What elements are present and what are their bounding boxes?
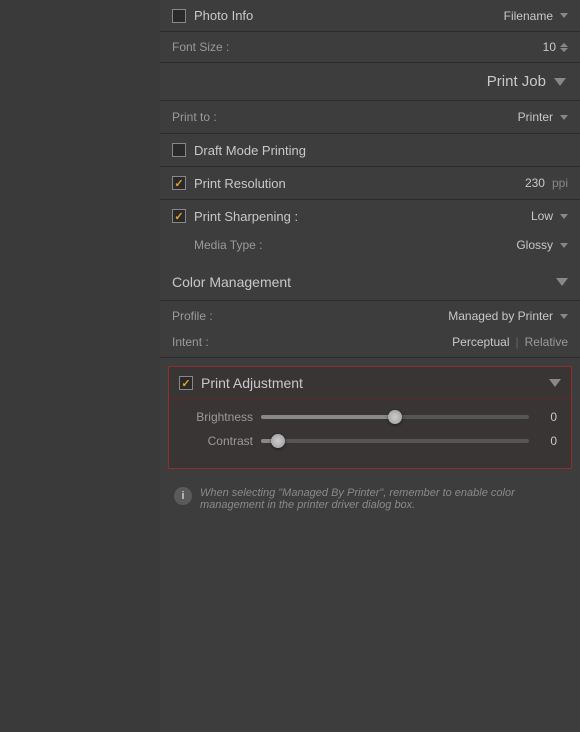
color-management-title: Color Management	[172, 274, 291, 290]
print-to-row: Print to : Printer	[160, 101, 580, 133]
brightness-track[interactable]	[261, 415, 529, 419]
profile-value-group: Managed by Printer	[448, 309, 568, 323]
brightness-row: Brightness 0	[183, 410, 557, 424]
media-type-value: Glossy	[516, 238, 553, 252]
font-size-label: Font Size :	[172, 40, 229, 54]
intent-separator: |	[516, 335, 519, 349]
color-management-collapse-arrow[interactable]	[556, 278, 568, 286]
photo-info-label: Photo Info	[194, 8, 253, 23]
print-to-label: Print to :	[172, 110, 217, 124]
print-resolution-unit: ppi	[552, 176, 568, 190]
print-resolution-checkbox-group: Print Resolution	[172, 176, 286, 191]
profile-value: Managed by Printer	[448, 309, 553, 323]
font-size-down[interactable]	[560, 48, 568, 52]
intent-label: Intent :	[172, 335, 209, 349]
print-adjustment-checkbox[interactable]	[179, 376, 193, 390]
print-to-value-group: Printer	[518, 110, 568, 124]
profile-dropdown-arrow[interactable]	[560, 314, 568, 319]
font-size-value: 10	[543, 40, 556, 54]
print-resolution-label: Print Resolution	[194, 176, 286, 191]
intent-row: Intent : Perceptual | Relative	[160, 331, 580, 358]
print-to-value: Printer	[518, 110, 553, 124]
print-sharpening-dropdown-arrow[interactable]	[560, 214, 568, 219]
brightness-fill	[261, 415, 395, 419]
print-sharpening-label: Print Sharpening :	[194, 209, 298, 224]
print-job-header: Print Job	[160, 63, 580, 101]
brightness-value: 0	[537, 410, 557, 424]
photo-info-value: Filename	[504, 9, 568, 23]
sidebar	[0, 0, 160, 732]
contrast-value: 0	[537, 434, 557, 448]
print-sharpening-value-group: Low	[531, 209, 568, 223]
print-sharpening-checkbox-group: Print Sharpening :	[172, 209, 298, 224]
main-panel: Photo Info Filename Font Size : 10 Print…	[160, 0, 580, 732]
brightness-label: Brightness	[183, 410, 253, 424]
print-adjustment-collapse-arrow[interactable]	[549, 379, 561, 387]
print-to-dropdown-arrow[interactable]	[560, 115, 568, 120]
sliders-container: Brightness 0 Contrast 0	[169, 400, 571, 468]
photo-info-dropdown-arrow[interactable]	[560, 13, 568, 18]
print-sharpening-row: Print Sharpening : Low	[160, 200, 580, 232]
profile-label: Profile :	[172, 309, 213, 323]
contrast-row: Contrast 0	[183, 434, 557, 448]
color-management-header: Color Management	[160, 264, 580, 301]
print-adjustment-title: Print Adjustment	[201, 375, 303, 391]
info-icon: i	[174, 487, 192, 505]
brightness-thumb[interactable]	[388, 410, 402, 424]
info-note: i When selecting "Managed By Printer", r…	[160, 477, 580, 521]
media-type-row: Media Type : Glossy	[160, 232, 580, 264]
font-size-stepper[interactable]: 10	[543, 40, 568, 54]
print-resolution-value-group: 230 ppi	[525, 176, 568, 190]
contrast-thumb[interactable]	[271, 434, 285, 448]
draft-mode-checkbox-group: Draft Mode Printing	[172, 143, 306, 158]
contrast-track[interactable]	[261, 439, 529, 443]
draft-mode-row: Draft Mode Printing	[160, 134, 580, 166]
font-size-row: Font Size : 10	[160, 32, 580, 63]
info-note-text: When selecting "Managed By Printer", rem…	[200, 487, 566, 511]
print-job-title: Print Job	[487, 73, 546, 90]
font-size-arrows[interactable]	[560, 43, 568, 52]
print-adjustment-section: Print Adjustment Brightness 0 Contrast	[168, 366, 572, 469]
draft-mode-checkbox[interactable]	[172, 143, 186, 157]
intent-option-relative[interactable]: Relative	[525, 335, 568, 349]
color-management-section: Color Management Profile : Managed by Pr…	[160, 264, 580, 358]
print-adjustment-header: Print Adjustment	[169, 367, 571, 400]
photo-info-row: Photo Info Filename	[160, 0, 580, 32]
photo-info-checkbox[interactable]	[172, 9, 186, 23]
intent-option-perceptual[interactable]: Perceptual	[452, 335, 509, 349]
media-type-label: Media Type :	[194, 238, 262, 252]
media-type-value-group: Glossy	[516, 238, 568, 252]
print-sharpening-value: Low	[531, 209, 553, 223]
intent-options: Perceptual | Relative	[452, 335, 568, 349]
font-size-up[interactable]	[560, 43, 568, 47]
print-resolution-value: 230	[525, 176, 545, 190]
contrast-label: Contrast	[183, 434, 253, 448]
print-resolution-row: Print Resolution 230 ppi	[160, 167, 580, 199]
print-job-collapse-arrow[interactable]	[554, 78, 566, 86]
print-adjustment-checkbox-group: Print Adjustment	[179, 375, 303, 391]
media-type-dropdown-arrow[interactable]	[560, 243, 568, 248]
profile-row: Profile : Managed by Printer	[160, 301, 580, 331]
photo-info-checkbox-group: Photo Info	[172, 8, 253, 23]
print-sharpening-checkbox[interactable]	[172, 209, 186, 223]
print-resolution-checkbox[interactable]	[172, 176, 186, 190]
draft-mode-label: Draft Mode Printing	[194, 143, 306, 158]
